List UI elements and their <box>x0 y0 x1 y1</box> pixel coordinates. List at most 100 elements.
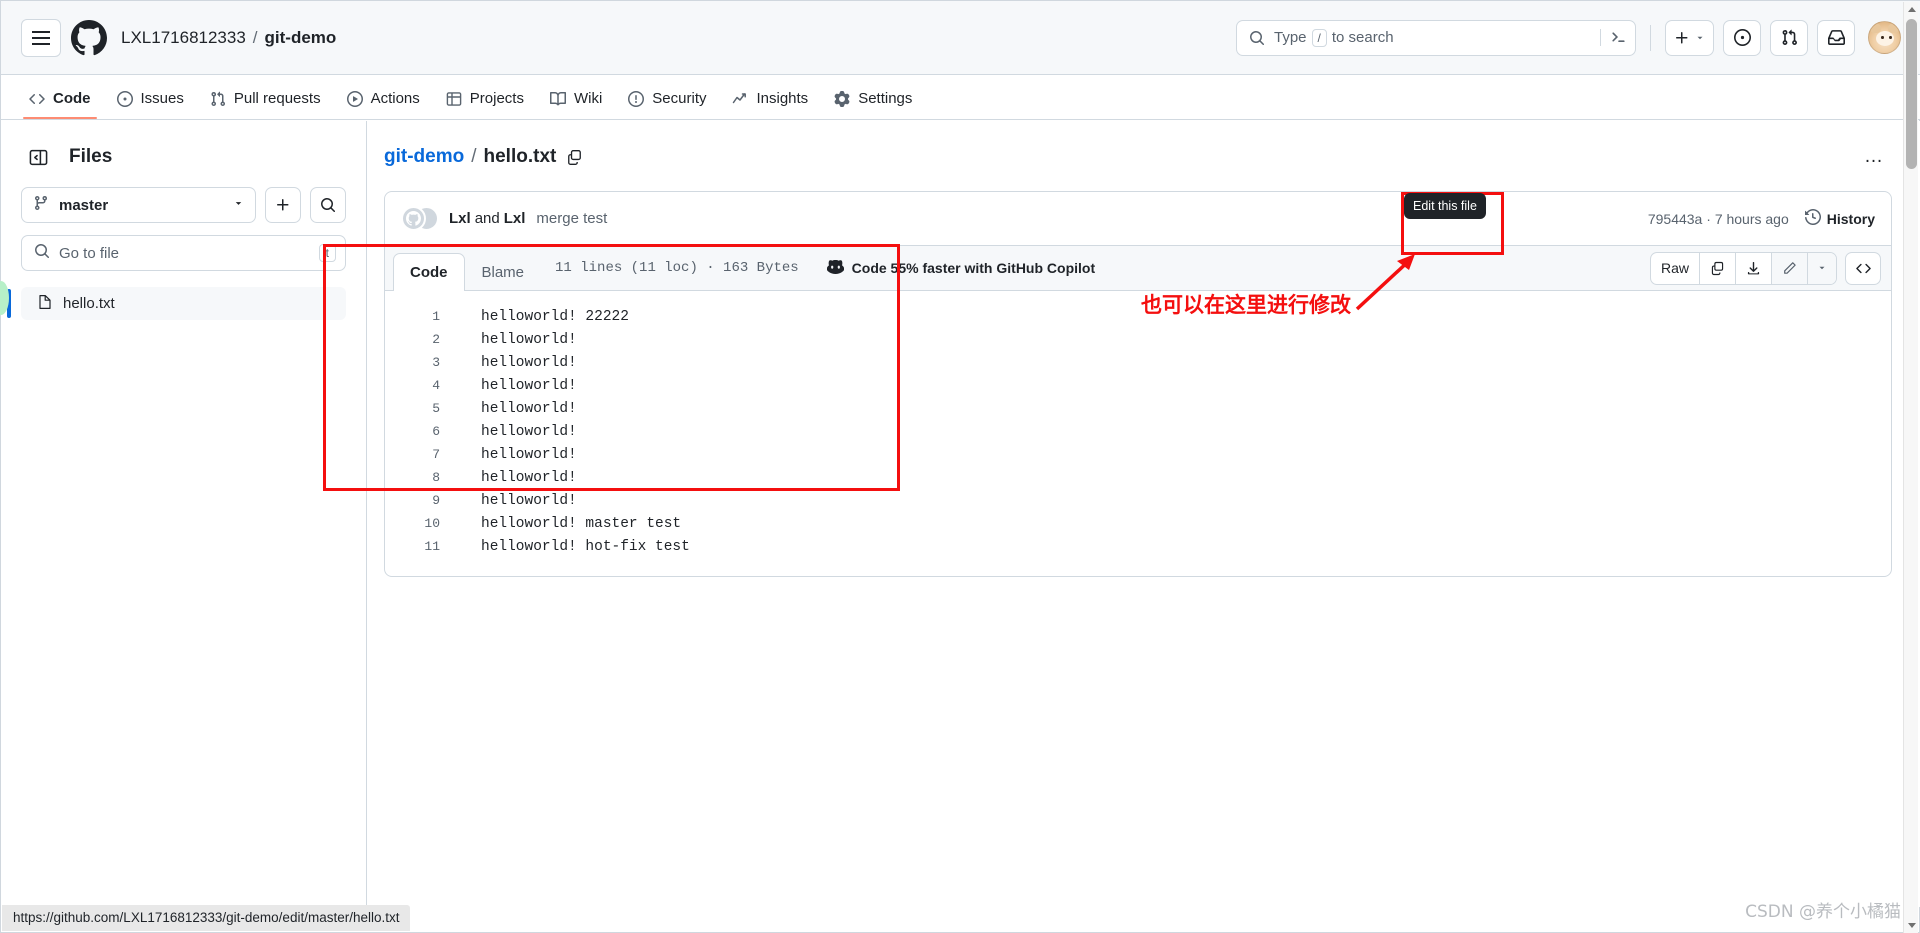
search-slash-key: / <box>1311 28 1327 47</box>
line-number: 2 <box>432 332 440 347</box>
commit-author-avatars <box>401 205 441 232</box>
repo-navigation-tabs: Code Issues Pull requests Actions Projec <box>1 75 1920 120</box>
history-link[interactable]: History <box>1804 208 1875 228</box>
avatar-author-1[interactable] <box>401 205 426 231</box>
create-new-button[interactable] <box>1665 19 1714 56</box>
scrollbar-thumb[interactable] <box>1906 19 1917 169</box>
book-icon <box>549 91 566 107</box>
tab-insights-label: Insights <box>756 90 809 107</box>
add-file-button[interactable] <box>265 187 301 223</box>
code-line: 11 helloworld! hot-fix test <box>385 535 1891 558</box>
line-content: helloworld! <box>481 331 577 348</box>
table-icon <box>446 91 462 107</box>
tab-settings[interactable]: Settings <box>824 90 922 119</box>
tab-pull-requests[interactable]: Pull requests <box>200 90 331 119</box>
scroll-down-arrow-icon[interactable] <box>1904 918 1919 933</box>
csdn-watermark: CSDN @养个小橘猫 <box>1745 902 1901 922</box>
commit-meta-group: 795443a · 7 hours ago History <box>1648 208 1875 228</box>
commit-sha[interactable]: 795443a <box>1648 211 1703 227</box>
go-to-file-input[interactable]: Go to file t <box>21 235 346 271</box>
code-line: 10 helloworld! master test <box>385 512 1891 535</box>
sidebar-collapse-icon[interactable] <box>21 141 55 173</box>
tab-wiki-label: Wiki <box>573 90 603 107</box>
search-placeholder-prefix: Type <box>1274 29 1307 46</box>
code-line: 6 helloworld! <box>385 420 1891 443</box>
line-content: helloworld! <box>481 469 577 486</box>
code-icon <box>29 91 45 107</box>
tab-code-view[interactable]: Code <box>393 253 465 291</box>
breadcrumb-repo-link[interactable]: git-demo <box>384 146 464 168</box>
notifications-inbox-button[interactable] <box>1817 19 1855 56</box>
tab-issues[interactable]: Issues <box>107 90 194 119</box>
issues-button[interactable] <box>1723 19 1761 56</box>
repo-owner-link[interactable]: LXL1716812333 <box>121 28 246 48</box>
line-content: helloworld! <box>481 423 577 440</box>
header-actions: Type / to search <box>1236 19 1901 56</box>
code-line: 1 helloworld! 22222 <box>385 305 1891 328</box>
code-content[interactable]: 1 helloworld! 22222 2 helloworld! 3 hell… <box>385 291 1891 576</box>
command-palette-icon[interactable] <box>1600 29 1627 46</box>
branch-selector[interactable]: master <box>21 187 256 223</box>
commit-author-conjunction: and <box>474 210 500 227</box>
file-card: Lxl and Lxl merge test 795443a · 7 hours… <box>384 191 1892 577</box>
hamburger-menu-icon[interactable] <box>21 18 61 57</box>
line-number: 7 <box>432 447 440 462</box>
edit-file-button[interactable] <box>1772 252 1808 284</box>
chevron-down-icon <box>1697 36 1703 39</box>
breadcrumb-separator: / <box>252 27 258 47</box>
branch-name-label: master <box>59 196 109 214</box>
commit-author-name[interactable]: Lxl <box>449 210 471 227</box>
git-pull-request-icon <box>210 91 226 107</box>
tab-security-label: Security <box>652 90 707 107</box>
breadcrumb-file-name: hello.txt <box>483 146 557 167</box>
copy-path-icon[interactable] <box>566 149 583 166</box>
code-line: 3 helloworld! <box>385 351 1891 374</box>
copilot-promo[interactable]: Code 55% faster with GitHub Copilot <box>826 246 1095 290</box>
tab-security[interactable]: Security <box>618 90 716 119</box>
files-panel-header: Files <box>21 135 346 179</box>
user-avatar[interactable] <box>1868 21 1901 54</box>
commit-relative-time: 7 hours ago <box>1714 210 1789 227</box>
commit-message[interactable]: merge test <box>536 210 607 227</box>
file-tree-item-hello-txt[interactable]: hello.txt <box>7 287 346 320</box>
copy-raw-icon[interactable] <box>1700 252 1736 284</box>
search-files-button[interactable] <box>310 187 346 223</box>
file-breadcrumb-row: git-demo / hello.txt … <box>384 135 1892 179</box>
github-mark-icon[interactable] <box>71 19 109 57</box>
tab-code-label: Code <box>53 90 91 107</box>
tab-actions[interactable]: Actions <box>337 90 430 119</box>
file-more-options-button[interactable]: … <box>1856 141 1892 173</box>
line-number: 3 <box>432 355 440 370</box>
tab-blame-view[interactable]: Blame <box>465 253 542 290</box>
tab-code[interactable]: Code <box>19 90 101 119</box>
tab-wiki[interactable]: Wiki <box>540 90 612 119</box>
page-scrollbar[interactable] <box>1903 2 1918 933</box>
shield-icon <box>628 90 645 107</box>
line-number: 8 <box>432 470 440 485</box>
browser-viewport: LXL1716812333 / git-demo Type / to searc… <box>0 0 1920 933</box>
line-number: 6 <box>432 424 440 439</box>
code-view-toolbar: Code Blame 11 lines (11 loc) · 163 Bytes… <box>385 246 1891 291</box>
edit-file-tooltip: Edit this file <box>1404 193 1486 219</box>
tab-issues-label: Issues <box>140 90 184 107</box>
code-symbols-icon[interactable] <box>1845 251 1881 285</box>
code-line: 5 helloworld! <box>385 397 1891 420</box>
line-content: helloworld! master test <box>481 515 682 532</box>
file-content-main: git-demo / hello.txt … Lxl and Lxl merge… <box>368 121 1920 907</box>
search-icon <box>1249 30 1265 46</box>
repo-name-link[interactable]: git-demo <box>265 28 337 48</box>
go-to-file-key-hint: t <box>318 244 336 262</box>
scroll-up-arrow-icon[interactable] <box>1904 2 1919 17</box>
play-icon <box>346 90 363 107</box>
pull-requests-button[interactable] <box>1770 19 1808 56</box>
edit-options-caret[interactable] <box>1808 252 1836 284</box>
raw-button[interactable]: Raw <box>1651 252 1700 284</box>
download-icon[interactable] <box>1736 252 1772 284</box>
line-number: 10 <box>424 516 440 531</box>
tab-insights[interactable]: Insights <box>722 90 818 119</box>
global-search-input[interactable]: Type / to search <box>1236 19 1636 56</box>
commit-coauthor-name[interactable]: Lxl <box>504 210 526 227</box>
line-number: 1 <box>432 309 440 324</box>
tab-projects[interactable]: Projects <box>436 90 534 119</box>
avatar-eye-right <box>1889 36 1892 39</box>
